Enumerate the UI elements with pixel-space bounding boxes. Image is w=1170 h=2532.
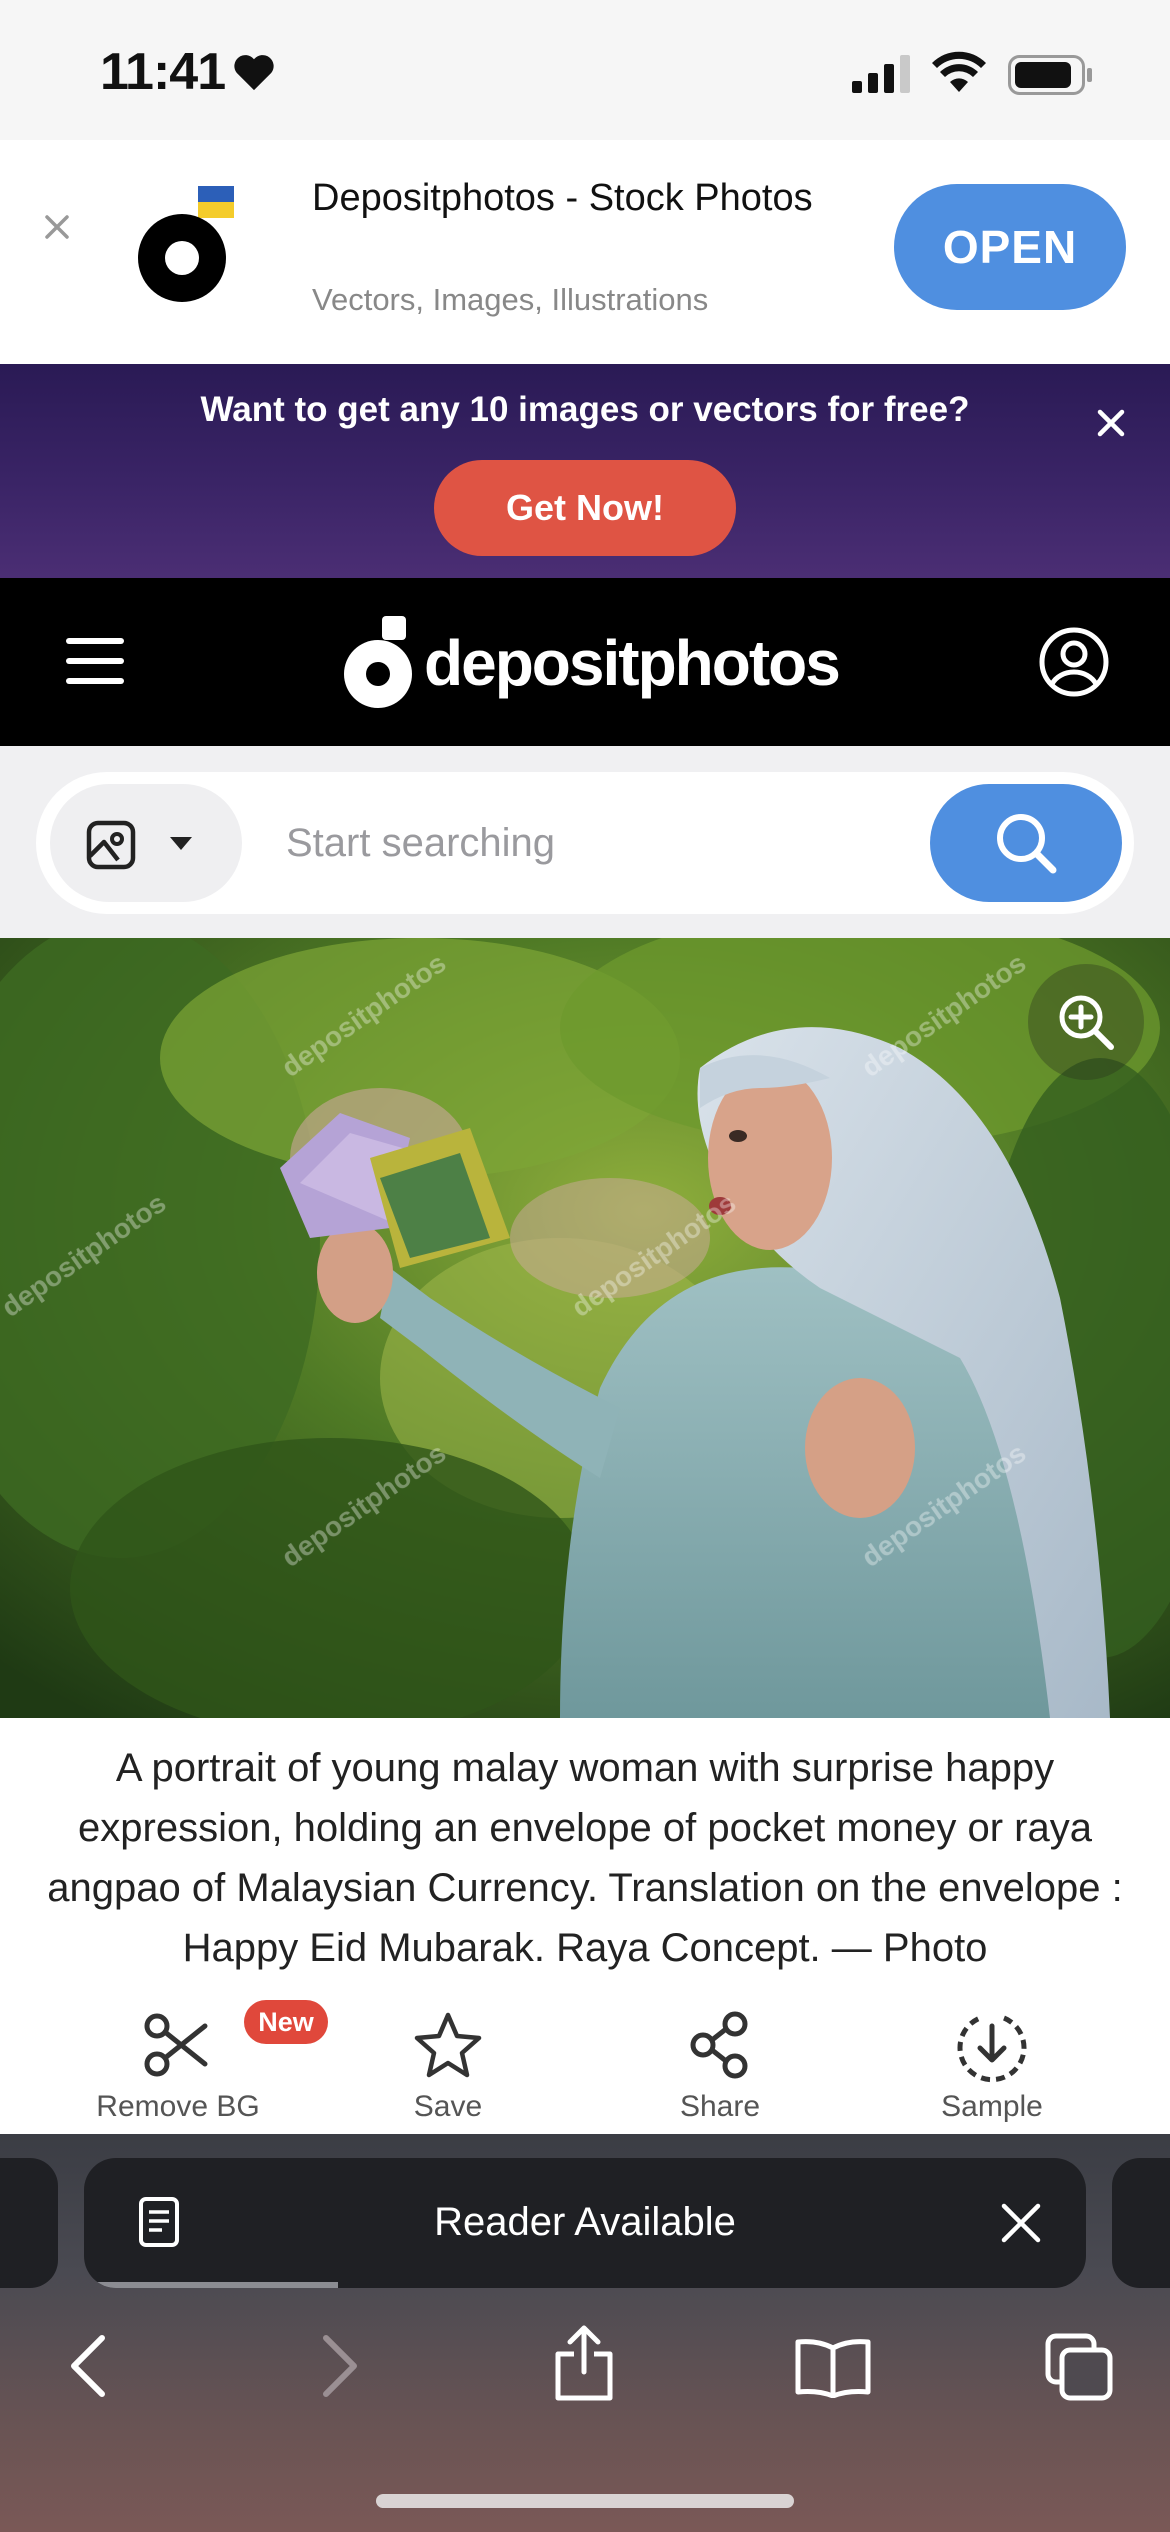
page-load-progress	[84, 2282, 338, 2288]
zoom-in-icon	[1059, 995, 1114, 1050]
site-logo[interactable]: depositphotos	[344, 616, 841, 710]
previous-tab[interactable]	[0, 2158, 58, 2288]
hamburger-menu-icon[interactable]	[66, 638, 124, 684]
get-now-button[interactable]: Get Now!	[434, 460, 736, 556]
depositphotos-app-icon	[138, 186, 234, 302]
logo-text: depositphotos	[424, 627, 841, 699]
search-icon	[997, 814, 1057, 874]
cellular-signal-icon	[852, 55, 910, 93]
share-label: Share	[679, 2090, 761, 2123]
close-icon[interactable]	[998, 2200, 1044, 2246]
photo-details: A portrait of young malay woman with sur…	[0, 1718, 1170, 2134]
logo-mark-icon	[344, 616, 412, 708]
share-icon	[690, 2011, 748, 2079]
status-time: 11:41	[100, 43, 226, 101]
photo-description: A portrait of young malay woman with sur…	[47, 1746, 1123, 1970]
close-banner-icon[interactable]	[40, 210, 74, 244]
scissors-icon	[144, 2013, 208, 2077]
heart-icon	[234, 55, 274, 91]
chevron-down-icon	[170, 837, 192, 850]
reader-available-text: Reader Available	[434, 2200, 736, 2244]
forward-icon[interactable]	[318, 2334, 362, 2398]
photo-actions: New Remove BG Save Share Sample	[0, 2000, 1170, 2134]
status-bar: 11:41	[0, 0, 1170, 140]
close-promo-icon[interactable]	[1094, 406, 1128, 440]
new-badge: New	[244, 2000, 328, 2044]
home-indicator	[376, 2494, 794, 2508]
image-type-icon	[86, 820, 136, 870]
site-header: depositphotos	[0, 578, 1170, 746]
sample-button[interactable]: Sample	[872, 2000, 1112, 2130]
app-banner: Depositphotos - Stock Photos Vectors, Im…	[0, 140, 1170, 364]
app-name: Depositphotos - Stock Photos	[312, 177, 813, 219]
wifi-icon	[932, 51, 986, 92]
reader-address-bar[interactable]: Reader Available	[84, 2158, 1086, 2288]
open-app-button[interactable]: OPEN	[894, 184, 1126, 310]
search-input[interactable]	[286, 806, 906, 880]
account-icon[interactable]	[1038, 626, 1110, 698]
sample-label: Sample	[941, 2090, 1043, 2123]
save-label: Save	[413, 2090, 483, 2123]
remove-bg-button[interactable]: New Remove BG	[58, 2000, 328, 2130]
promo-banner: Want to get any 10 images or vectors for…	[0, 364, 1170, 578]
browser-toolbar-area: Reader Available	[0, 2134, 1170, 2532]
back-icon[interactable]	[66, 2334, 110, 2398]
promo-text: Want to get any 10 images or vectors for…	[200, 390, 970, 429]
share-button[interactable]: Share	[600, 2000, 840, 2130]
tabs-icon[interactable]	[1044, 2332, 1114, 2402]
stock-photo[interactable]: depositphotos depositphotos depositphoto…	[0, 938, 1170, 1718]
share-sheet-icon[interactable]	[552, 2322, 616, 2402]
download-icon	[957, 2015, 1027, 2083]
content-type-dropdown[interactable]	[50, 784, 242, 902]
photo-illustration: depositphotos depositphotos depositphoto…	[0, 938, 1170, 1718]
search-area	[0, 746, 1170, 938]
next-tab[interactable]	[1112, 2158, 1170, 2288]
bookmarks-icon[interactable]	[794, 2336, 872, 2398]
app-subtitle: Vectors, Images, Illustrations	[312, 282, 709, 317]
save-button[interactable]: Save	[328, 2000, 568, 2130]
search-box	[36, 772, 1134, 914]
browser-toolbar	[0, 2304, 1170, 2434]
zoom-button[interactable]	[1028, 964, 1144, 1080]
battery-icon	[1008, 55, 1092, 95]
remove-bg-label: Remove BG	[96, 2090, 260, 2123]
search-button[interactable]	[930, 784, 1122, 902]
star-icon	[414, 2012, 482, 2078]
